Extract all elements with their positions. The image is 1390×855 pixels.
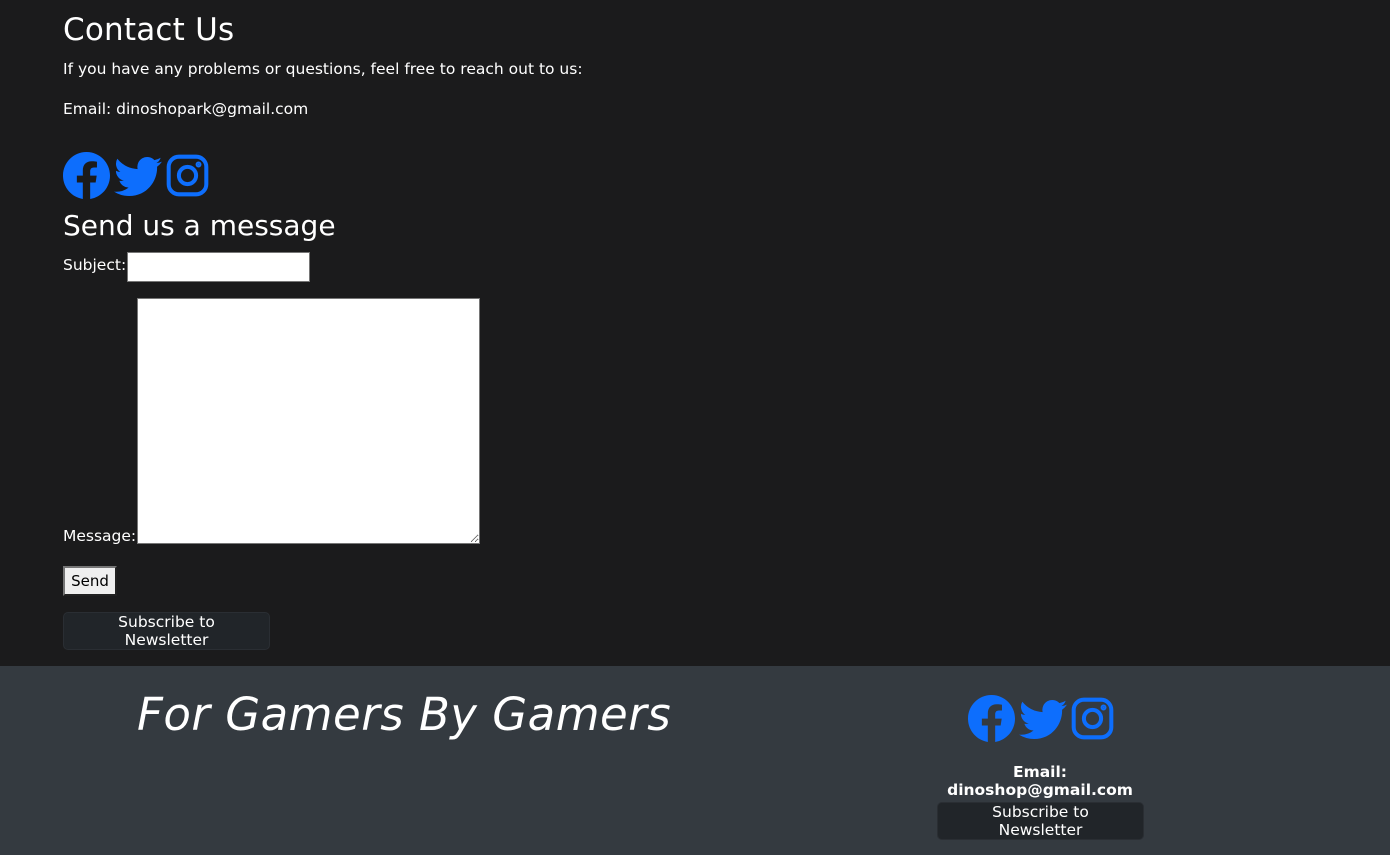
send-message-heading: Send us a message [63, 209, 336, 242]
message-textarea[interactable] [137, 298, 480, 544]
social-links [63, 151, 209, 199]
footer-email: Email: dinoshop@gmail.com [947, 763, 1133, 799]
footer-tagline: For Gamers By Gamers [137, 688, 672, 741]
message-label: Message: [63, 527, 137, 545]
subscribe-newsletter-button[interactable]: Subscribe to Newsletter [63, 612, 270, 650]
facebook-icon[interactable] [63, 151, 110, 199]
page-title: Contact Us [63, 12, 235, 48]
twitter-icon[interactable] [114, 151, 162, 199]
send-button[interactable]: Send [63, 566, 117, 596]
subject-input[interactable] [127, 252, 310, 282]
footer-social-links [968, 694, 1114, 742]
contact-intro-text: If you have any problems or questions, f… [63, 60, 583, 78]
facebook-icon[interactable] [968, 694, 1015, 742]
contact-section: Contact Us If you have any problems or q… [0, 0, 1390, 666]
contact-email: Email: dinoshopark@gmail.com [63, 100, 309, 118]
instagram-icon[interactable] [1071, 697, 1114, 740]
instagram-icon[interactable] [166, 154, 209, 197]
twitter-icon[interactable] [1019, 694, 1067, 742]
subject-label: Subject: [63, 256, 127, 274]
footer-subscribe-newsletter-button[interactable]: Subscribe to Newsletter [937, 802, 1144, 840]
